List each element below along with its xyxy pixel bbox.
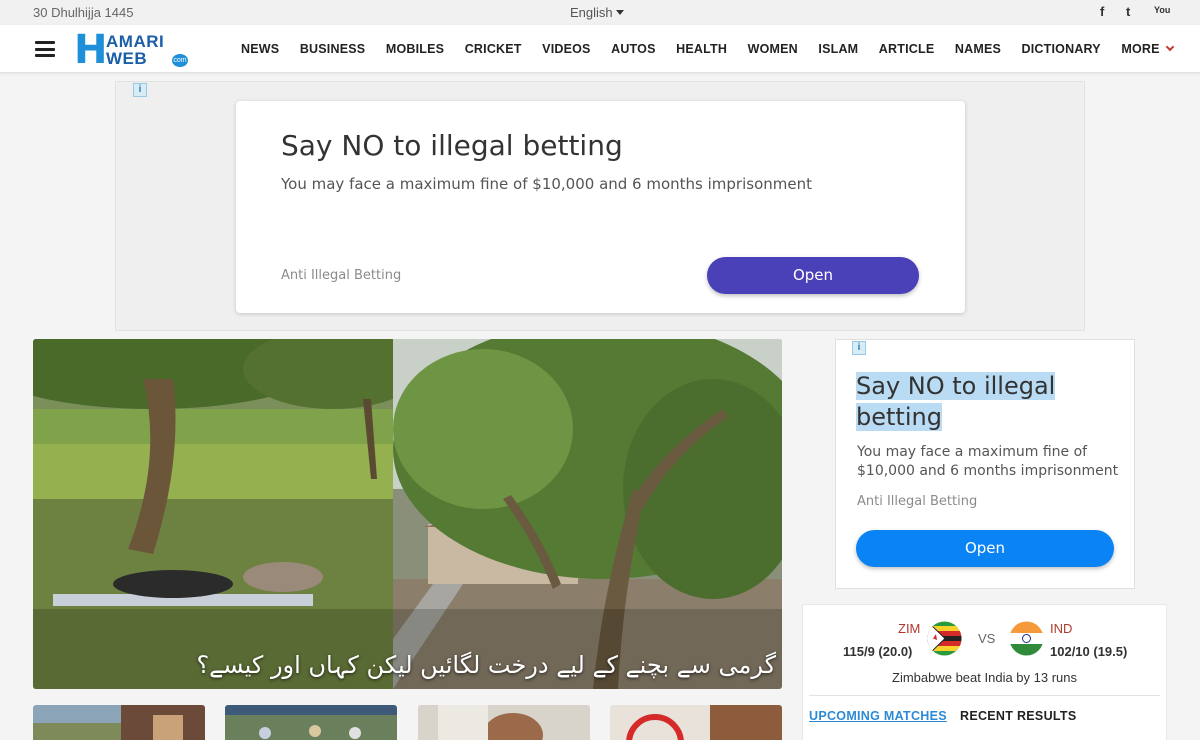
adchoices-icon[interactable]: i — [133, 83, 147, 97]
divider — [809, 695, 1160, 696]
youtube-icon[interactable]: You — [1154, 6, 1170, 15]
nav-names[interactable]: NAMES — [955, 42, 1001, 56]
cricket-score-widget: ZIM 115/9 (20.0) VS IND 102/10 (19.5) Zi… — [802, 604, 1167, 740]
nav-islam[interactable]: ISLAM — [818, 42, 858, 56]
ad-open-button[interactable]: Open — [707, 257, 919, 294]
nav-more[interactable]: MORE — [1121, 42, 1174, 56]
nav-mobiles[interactable]: MOBILES — [386, 42, 444, 56]
thumbnail-2[interactable] — [225, 705, 397, 740]
chevron-down-icon — [1165, 42, 1174, 52]
side-ad-subtitle: You may face a maximum fine of $10,000 a… — [857, 444, 1119, 479]
thumbnail-4[interactable] — [610, 705, 782, 740]
nav-autos[interactable]: AUTOS — [611, 42, 656, 56]
adchoices-icon[interactable]: i — [852, 341, 866, 355]
nav-videos[interactable]: VIDEOS — [542, 42, 590, 56]
hamariweb-logo[interactable]: H AMARI WEB com — [72, 27, 194, 73]
thumbnail-image — [610, 705, 782, 740]
nav-links: NEWS BUSINESS MOBILES CRICKET VIDEOS AUT… — [241, 25, 1193, 73]
top-utility-bar: 30 Dhulhijja 1445 English f t You — [0, 0, 1200, 25]
nav-news[interactable]: NEWS — [241, 42, 279, 56]
thumbnail-3[interactable] — [418, 705, 590, 740]
zimbabwe-flag-icon — [927, 621, 962, 656]
hero-image — [33, 339, 782, 689]
tab-upcoming-matches[interactable]: UPCOMING MATCHES — [809, 709, 947, 723]
main-navbar: H AMARI WEB com NEWS BUSINESS MOBILES CR… — [0, 25, 1200, 73]
top-ad-card[interactable]: Say NO to illegal betting You may face a… — [236, 101, 965, 313]
twitter-icon[interactable]: t — [1126, 4, 1130, 19]
logo-h: H — [74, 27, 108, 73]
thumbnail-image — [418, 705, 590, 740]
nav-cricket[interactable]: CRICKET — [465, 42, 522, 56]
logo-com: com — [172, 54, 188, 67]
logo-web: WEB — [106, 49, 148, 68]
nav-women[interactable]: WOMEN — [748, 42, 798, 56]
nav-health[interactable]: HEALTH — [676, 42, 727, 56]
side-ad-title-text: Say NO to illegal betting — [856, 372, 1056, 431]
india-flag-icon — [1009, 621, 1044, 656]
nav-article[interactable]: ARTICLE — [879, 42, 935, 56]
team1-score: 115/9 (20.0) — [843, 644, 913, 659]
hero-article[interactable]: گرمی سے بچنے کے لیے درخت لگائیں لیکن کہا… — [33, 339, 782, 689]
side-ad-open-button[interactable]: Open — [856, 530, 1114, 567]
team1-name: ZIM — [898, 621, 921, 636]
versus-label: VS — [978, 631, 996, 646]
language-selector[interactable]: English — [570, 5, 624, 20]
team2-score: 102/10 (19.5) — [1050, 644, 1128, 659]
thumbnail-image — [33, 705, 205, 740]
tab-recent-results[interactable]: RECENT RESULTS — [960, 709, 1076, 723]
caret-down-icon — [615, 10, 624, 15]
side-ad-brand: Anti Illegal Betting — [857, 494, 978, 509]
hijri-date: 30 Dhulhijja 1445 — [33, 5, 134, 20]
nav-more-label: MORE — [1121, 42, 1160, 56]
nav-business[interactable]: BUSINESS — [300, 42, 366, 56]
match-result: Zimbabwe beat India by 13 runs — [892, 670, 1077, 685]
hero-caption: گرمی سے بچنے کے لیے درخت لگائیں لیکن کہا… — [196, 651, 776, 679]
ad-brand: Anti Illegal Betting — [281, 268, 402, 283]
nav-dictionary[interactable]: DICTIONARY — [1022, 42, 1101, 56]
language-label: English — [570, 5, 613, 20]
ad-title: Say NO to illegal betting — [281, 129, 623, 162]
facebook-icon[interactable]: f — [1100, 4, 1104, 19]
thumbnail-image — [225, 705, 397, 740]
ad-subtitle: You may face a maximum fine of $10,000 a… — [281, 175, 812, 193]
menu-icon[interactable] — [35, 41, 55, 57]
thumbnail-1[interactable] — [33, 705, 205, 740]
top-ad-banner: i Say NO to illegal betting You may face… — [115, 81, 1085, 331]
side-ad-title: Say NO to illegal betting — [856, 371, 1056, 433]
side-ad-card[interactable]: i Say NO to illegal betting You may face… — [835, 339, 1135, 589]
team2-name: IND — [1050, 621, 1073, 636]
